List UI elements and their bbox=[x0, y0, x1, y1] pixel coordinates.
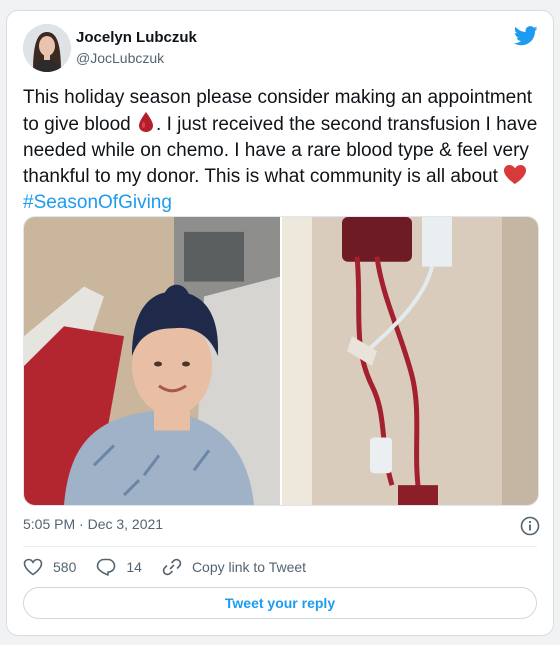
link-icon bbox=[162, 558, 182, 576]
red-heart-icon bbox=[504, 165, 527, 184]
tweet-card: Jocelyn Lubczuk @JocLubczuk This holiday… bbox=[6, 10, 554, 636]
tweet-timestamp[interactable]: 5:05 PM · Dec 3, 2021 bbox=[23, 516, 163, 532]
reply-count: 14 bbox=[126, 559, 142, 575]
author-handle[interactable]: @JocLubczuk bbox=[76, 50, 164, 66]
like-button[interactable]: 580 bbox=[23, 558, 76, 576]
author-name[interactable]: Jocelyn Lubczuk bbox=[76, 29, 197, 46]
reply-count-button[interactable]: 14 bbox=[96, 558, 142, 576]
avatar[interactable] bbox=[23, 24, 71, 72]
blood-drop-icon bbox=[139, 112, 154, 132]
reply-bubble-icon bbox=[97, 558, 116, 576]
heart-icon bbox=[23, 558, 43, 576]
copy-link-button[interactable]: Copy link to Tweet bbox=[162, 557, 306, 577]
tweet-actions: 580 14 Copy link to Tweet bbox=[23, 556, 326, 578]
blood-transfusion-bag-photo[interactable] bbox=[282, 217, 538, 505]
info-icon[interactable] bbox=[520, 516, 540, 536]
twitter-bird-icon[interactable] bbox=[514, 25, 538, 47]
hashtag-link[interactable]: #SeasonOfGiving bbox=[23, 192, 172, 213]
copy-link-label: Copy link to Tweet bbox=[191, 559, 307, 575]
divider bbox=[23, 546, 537, 547]
tweet-text: This holiday season please consider maki… bbox=[23, 85, 543, 216]
tweet-reply-button[interactable]: Tweet your reply bbox=[23, 587, 537, 619]
like-count: 580 bbox=[53, 559, 77, 575]
media-grid bbox=[23, 216, 539, 506]
hospital-selfie-photo[interactable] bbox=[24, 217, 280, 505]
